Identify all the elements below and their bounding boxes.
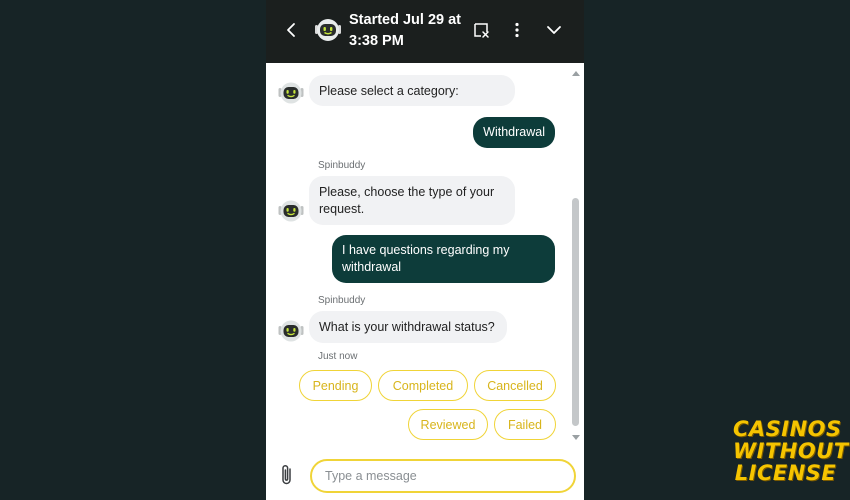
bot-message: Please, choose the type of your request.: [309, 176, 515, 225]
bot-avatar-icon: [278, 320, 304, 342]
option-reviewed-button[interactable]: Reviewed: [408, 409, 488, 440]
message-text: I have questions regarding my withdrawal: [342, 243, 510, 274]
option-pending-button[interactable]: Pending: [299, 370, 372, 401]
page: Started Jul 29 at 3:38 PM Please select …: [0, 0, 850, 500]
message-timestamp: Just now: [318, 351, 358, 362]
back-button[interactable]: [282, 18, 300, 42]
casinos-without-license-logo: CASINOS WITHOUT LICENSE: [733, 417, 849, 485]
chevron-down-icon: [547, 26, 561, 34]
message-text: Withdrawal: [483, 125, 545, 139]
end-chat-button[interactable]: [469, 18, 493, 42]
minimize-button[interactable]: [542, 18, 566, 42]
user-message: Withdrawal: [473, 117, 555, 148]
end-chat-icon: [474, 23, 489, 38]
scroll-down-arrow-icon[interactable]: [572, 435, 580, 440]
robot-avatar-icon: [315, 19, 341, 41]
scroll-up-arrow-icon[interactable]: [572, 71, 580, 76]
chat-title: Started Jul 29 at 3:38 PM: [349, 12, 462, 49]
chevron-left-icon: [287, 23, 295, 37]
sender-name: Spinbuddy: [318, 295, 366, 306]
option-failed-button[interactable]: Failed: [494, 409, 556, 440]
message-text: Please select a category:: [319, 84, 459, 98]
bot-message: What is your withdrawal status?: [309, 311, 507, 343]
scrollbar[interactable]: [568, 63, 582, 450]
chat-widget: Started Jul 29 at 3:38 PM Please select …: [266, 0, 584, 500]
option-cancelled-button[interactable]: Cancelled: [474, 370, 556, 401]
sender-name: Spinbuddy: [318, 160, 366, 171]
conversation-area[interactable]: Please select a category: Withdrawal Spi…: [266, 63, 584, 450]
bot-avatar-icon: [278, 82, 304, 104]
chat-header: Started Jul 29 at 3:38 PM: [266, 0, 584, 63]
logo-line: WITHOUT: [733, 439, 849, 463]
attach-button[interactable]: [278, 462, 296, 488]
user-message: I have questions regarding my withdrawal: [332, 235, 555, 283]
scrollbar-thumb[interactable]: [572, 198, 579, 426]
option-completed-button[interactable]: Completed: [378, 370, 468, 401]
message-input[interactable]: [310, 459, 576, 493]
logo-line: CASINOS: [733, 417, 842, 441]
composer: [266, 450, 584, 500]
logo-line: LICENSE: [734, 461, 837, 485]
bot-message: Please select a category:: [309, 75, 515, 106]
paperclip-icon: [282, 464, 291, 485]
message-text: Please, choose the type of your request.: [319, 185, 495, 216]
more-options-button[interactable]: [505, 18, 529, 42]
bot-avatar-icon: [278, 200, 304, 222]
message-text: What is your withdrawal status?: [319, 320, 495, 334]
kebab-menu-icon: [515, 22, 519, 38]
